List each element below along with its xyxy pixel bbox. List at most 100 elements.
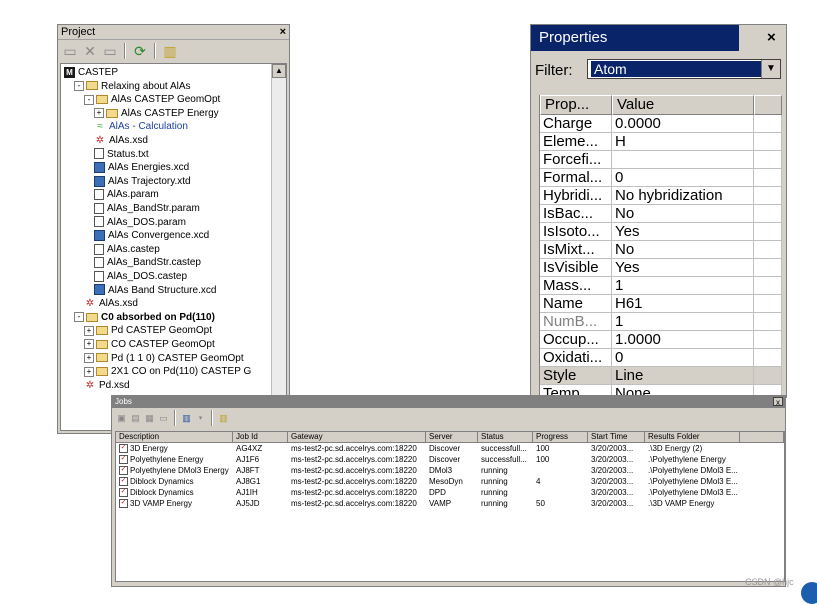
property-value[interactable]: Yes: [612, 223, 754, 240]
property-value[interactable]: Line: [612, 367, 754, 384]
property-value[interactable]: 1: [612, 313, 754, 330]
expand-icon[interactable]: +: [94, 108, 104, 119]
expand-icon[interactable]: +: [84, 366, 94, 377]
checkbox-icon[interactable]: ✓: [119, 477, 128, 487]
tree-item[interactable]: AlAs Trajectory.xtd: [94, 175, 191, 188]
tree-item[interactable]: - C0 absorbed on Pd(110): [74, 311, 215, 324]
property-value[interactable]: No: [612, 241, 754, 258]
jobs-column-header[interactable]: Gateway: [288, 432, 426, 443]
jobs-column-header[interactable]: Description: [116, 432, 233, 443]
column-header-prop[interactable]: Prop...: [540, 95, 612, 115]
property-value[interactable]: 1: [612, 277, 754, 294]
tree-item[interactable]: +2X1 CO on Pd(110) CASTEP G: [84, 365, 251, 378]
property-value[interactable]: 1.0000: [612, 331, 754, 348]
property-row[interactable]: Charge 0.0000: [540, 115, 782, 133]
property-value[interactable]: No: [612, 205, 754, 222]
job-row[interactable]: ✓ Polyethylene Energy AJ1F6 ms-test2-pc.sd.…: [116, 454, 784, 465]
chevron-down-icon[interactable]: ▾: [195, 413, 206, 424]
tree-item[interactable]: AlAs Convergence.xcd: [94, 229, 209, 242]
property-value[interactable]: 0: [612, 349, 754, 366]
delete-job-icon[interactable]: ▦: [144, 413, 155, 424]
project-tree[interactable]: M CASTEP - Relaxing about AlAs - AlAs CASTEP …: [60, 63, 287, 431]
tree-item[interactable]: + Pd (1 1 0) CASTEP GeomOpt: [84, 352, 244, 365]
job-row[interactable]: ✓ Diblock Dynamics AJ8G1 ms-test2-pc.sd.acc…: [116, 476, 784, 487]
property-row[interactable]: Formal... 0: [540, 169, 782, 187]
tree-item[interactable]: + Pd CASTEP GeomOpt: [84, 324, 212, 337]
book-icon[interactable]: ▥: [162, 43, 178, 59]
tree-item[interactable]: AlAs.param: [94, 188, 159, 201]
property-row[interactable]: NumB... 1: [540, 313, 782, 331]
tree-item[interactable]: ✲ AlAs.xsd: [94, 134, 148, 147]
jobs-column-header[interactable]: Server: [426, 432, 478, 443]
jobs-column-header[interactable]: Start Time: [588, 432, 645, 443]
checkbox-icon[interactable]: ✓: [119, 466, 128, 476]
new-document-icon[interactable]: ▭: [62, 43, 78, 59]
job-row[interactable]: ✓ 3D Energy AG4XZ ms-test2-pc.sd.accelrys.c…: [116, 443, 784, 454]
expand-icon[interactable]: +: [84, 339, 94, 350]
tree-item[interactable]: + CO CASTEP GeomOpt: [84, 338, 215, 351]
tree-item[interactable]: - AlAs CASTEP GeomOpt: [84, 93, 220, 106]
project-title-bar[interactable]: Project ×: [58, 25, 289, 40]
property-value[interactable]: 0.0000: [612, 115, 754, 132]
tree-item[interactable]: ✲ Pd.xsd: [84, 379, 130, 392]
expand-icon[interactable]: +: [84, 325, 94, 336]
property-row[interactable]: Hybridi... No hybridization: [540, 187, 782, 205]
delete-icon[interactable]: ✕: [82, 43, 98, 59]
job-row[interactable]: ✓ Diblock Dynamics AJ1IH ms-test2-pc.sd.acc…: [116, 487, 784, 498]
jobs-column-header[interactable]: Job Id: [233, 432, 288, 443]
filter-dropdown[interactable]: Atom ▼: [587, 59, 781, 79]
property-row[interactable]: Oxidati... 0: [540, 349, 782, 367]
property-row[interactable]: Style Line: [540, 367, 782, 385]
property-row[interactable]: Occup... 1.0000: [540, 331, 782, 349]
tree-item[interactable]: AlAs.castep: [94, 243, 160, 256]
property-value[interactable]: Yes: [612, 259, 754, 276]
tree-item[interactable]: - Relaxing about AlAs: [74, 80, 191, 93]
tree-scrollbar[interactable]: ▲: [271, 64, 286, 430]
checkbox-icon[interactable]: ✓: [119, 488, 128, 498]
tree-item[interactable]: + AlAs CASTEP Energy: [94, 107, 219, 120]
checkbox-icon[interactable]: ✓: [119, 444, 128, 454]
scroll-up-icon[interactable]: ▲: [272, 64, 286, 78]
property-value[interactable]: H61: [612, 295, 754, 312]
property-row[interactable]: Forcefi...: [540, 151, 782, 169]
tree-item[interactable]: AlAs Band Structure.xcd: [94, 284, 216, 297]
job-row[interactable]: ✓ Polyethylene DMol3 Energy AJ8FT ms-test2-…: [116, 465, 784, 476]
property-row[interactable]: IsIsoto... Yes: [540, 223, 782, 241]
book-icon[interactable]: ▥: [218, 413, 229, 424]
collapse-icon[interactable]: -: [84, 94, 94, 105]
jobs-title-bar[interactable]: Jobs x: [112, 396, 785, 408]
project-close-button[interactable]: ×: [280, 25, 286, 39]
tree-item[interactable]: ✲ AlAs.xsd: [84, 297, 138, 310]
property-value[interactable]: No hybridization: [612, 187, 754, 204]
refresh-icon[interactable]: ⟳: [132, 43, 148, 59]
tree-item[interactable]: AlAs Energies.xcd: [94, 161, 189, 174]
property-value[interactable]: [612, 151, 754, 168]
properties-close-button[interactable]: ×: [767, 29, 776, 46]
tree-item[interactable]: AlAs_DOS.castep: [94, 270, 187, 283]
property-row[interactable]: Name H61: [540, 295, 782, 313]
column-header-value[interactable]: Value: [612, 95, 754, 115]
properties-icon[interactable]: ▭: [158, 413, 169, 424]
tree-item[interactable]: M CASTEP: [64, 66, 118, 79]
property-value[interactable]: 0: [612, 169, 754, 186]
tree-item[interactable]: ≈ AlAs - Calculation: [94, 120, 188, 133]
jobs-column-header[interactable]: Status: [478, 432, 533, 443]
property-row[interactable]: Mass... 1: [540, 277, 782, 295]
stop-icon[interactable]: ▣: [116, 413, 127, 424]
job-row[interactable]: ✓ 3D VAMP Energy AJ5JD ms-test2-pc.sd.accel…: [116, 498, 784, 509]
jobs-column-header[interactable]: Results Folder: [645, 432, 740, 443]
properties-icon[interactable]: ▭: [102, 43, 118, 59]
property-row[interactable]: Eleme... H: [540, 133, 782, 151]
checkbox-icon[interactable]: ✓: [119, 455, 128, 465]
property-row[interactable]: IsBac... No: [540, 205, 782, 223]
jobs-close-button[interactable]: x: [773, 397, 783, 407]
property-row[interactable]: IsVisible Yes: [540, 259, 782, 277]
columns-icon[interactable]: ▥: [181, 413, 192, 424]
checkbox-icon[interactable]: ✓: [119, 499, 128, 509]
jobs-column-header[interactable]: [740, 432, 784, 443]
tree-item[interactable]: AlAs_DOS.param: [94, 216, 186, 229]
property-row[interactable]: IsMixt... No: [540, 241, 782, 259]
tree-item[interactable]: Status.txt: [94, 148, 149, 161]
download-icon[interactable]: ▤: [130, 413, 141, 424]
tree-item[interactable]: AlAs_BandStr.param: [94, 202, 200, 215]
